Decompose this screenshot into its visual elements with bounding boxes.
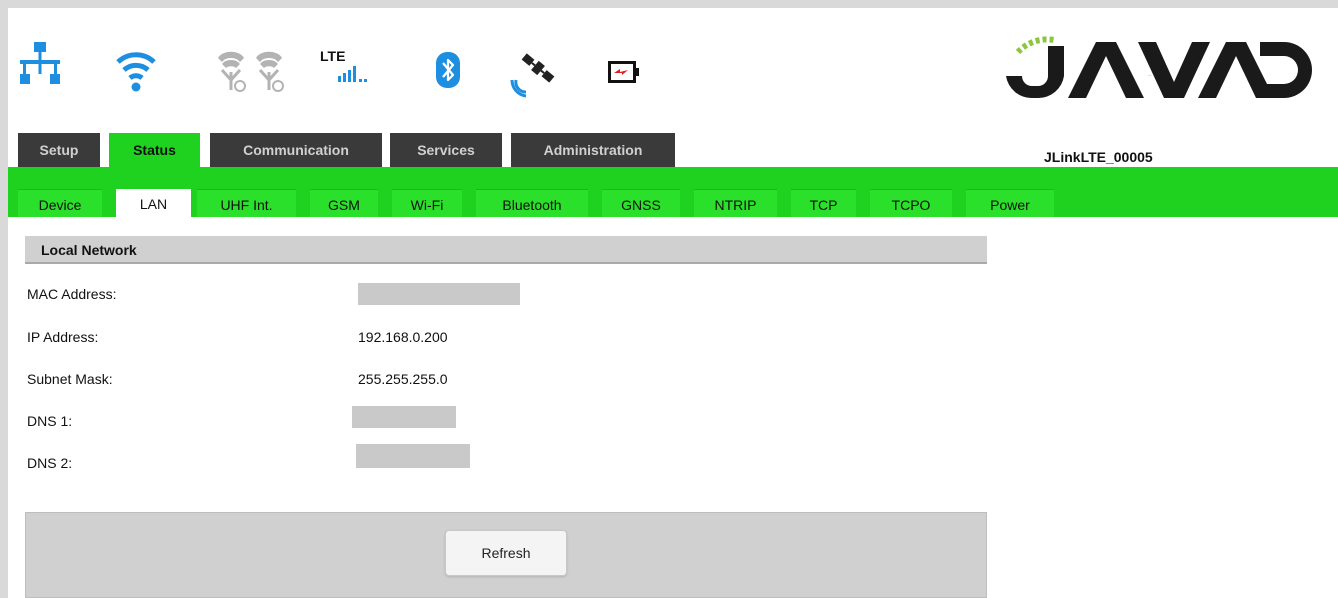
subtab-gsm[interactable]: GSM <box>310 189 378 217</box>
ip-address-label: IP Address: <box>27 329 99 345</box>
subtab-uhf-int[interactable]: UHF Int. <box>197 189 296 217</box>
section-header: Local Network <box>25 236 987 264</box>
page-frame: LTE JAVAD Setup Status Communication Ser… <box>8 8 1338 598</box>
lte-signal-icon <box>338 66 382 82</box>
sub-tabs: Device LAN UHF Int. GSM Wi-Fi Bluetooth … <box>8 167 1338 217</box>
tab-setup[interactable]: Setup <box>18 133 100 167</box>
subtab-tcpo[interactable]: TCPO <box>870 189 952 217</box>
bluetooth-icon <box>436 52 460 88</box>
javad-logo: JAVAD <box>998 36 1314 103</box>
svg-text:JAVAD: JAVAD <box>1148 74 1151 77</box>
satellite-icon <box>510 48 560 98</box>
subnet-mask-label: Subnet Mask: <box>27 371 113 387</box>
subtab-gnss[interactable]: GNSS <box>602 189 680 217</box>
subtab-power[interactable]: Power <box>966 189 1054 217</box>
subtab-tcp[interactable]: TCP <box>791 189 856 217</box>
tab-communication[interactable]: Communication <box>210 133 382 167</box>
dns1-value-redacted <box>352 406 456 428</box>
tab-services[interactable]: Services <box>390 133 502 167</box>
dns2-value-redacted <box>356 444 470 468</box>
dns2-label: DNS 2: <box>27 455 73 471</box>
subnet-mask-value: 255.255.255.0 <box>358 371 448 387</box>
subtab-lan[interactable]: LAN <box>116 189 191 217</box>
wifi-icon <box>116 48 156 92</box>
dns1-label: DNS 1: <box>27 413 73 429</box>
mac-address-value-redacted <box>358 283 520 305</box>
mac-address-label: MAC Address: <box>27 286 117 302</box>
tab-status[interactable]: Status <box>109 133 200 167</box>
uhf-antenna-icon <box>252 50 286 94</box>
uhf-antenna-icon <box>214 50 248 94</box>
status-icons-bar: LTE JAVAD <box>8 8 1338 133</box>
tab-administration[interactable]: Administration <box>511 133 675 167</box>
refresh-button[interactable]: Refresh <box>445 530 567 576</box>
battery-icon <box>608 61 640 83</box>
lan-icon <box>20 42 60 86</box>
ip-address-value: 192.168.0.200 <box>358 329 448 345</box>
subtab-bluetooth[interactable]: Bluetooth <box>476 189 588 217</box>
device-id: JLinkLTE_00005 <box>1044 149 1153 165</box>
subtab-wifi[interactable]: Wi-Fi <box>392 189 462 217</box>
subtab-device[interactable]: Device <box>18 189 102 217</box>
subtab-ntrip[interactable]: NTRIP <box>694 189 777 217</box>
lte-label: LTE <box>320 48 346 64</box>
